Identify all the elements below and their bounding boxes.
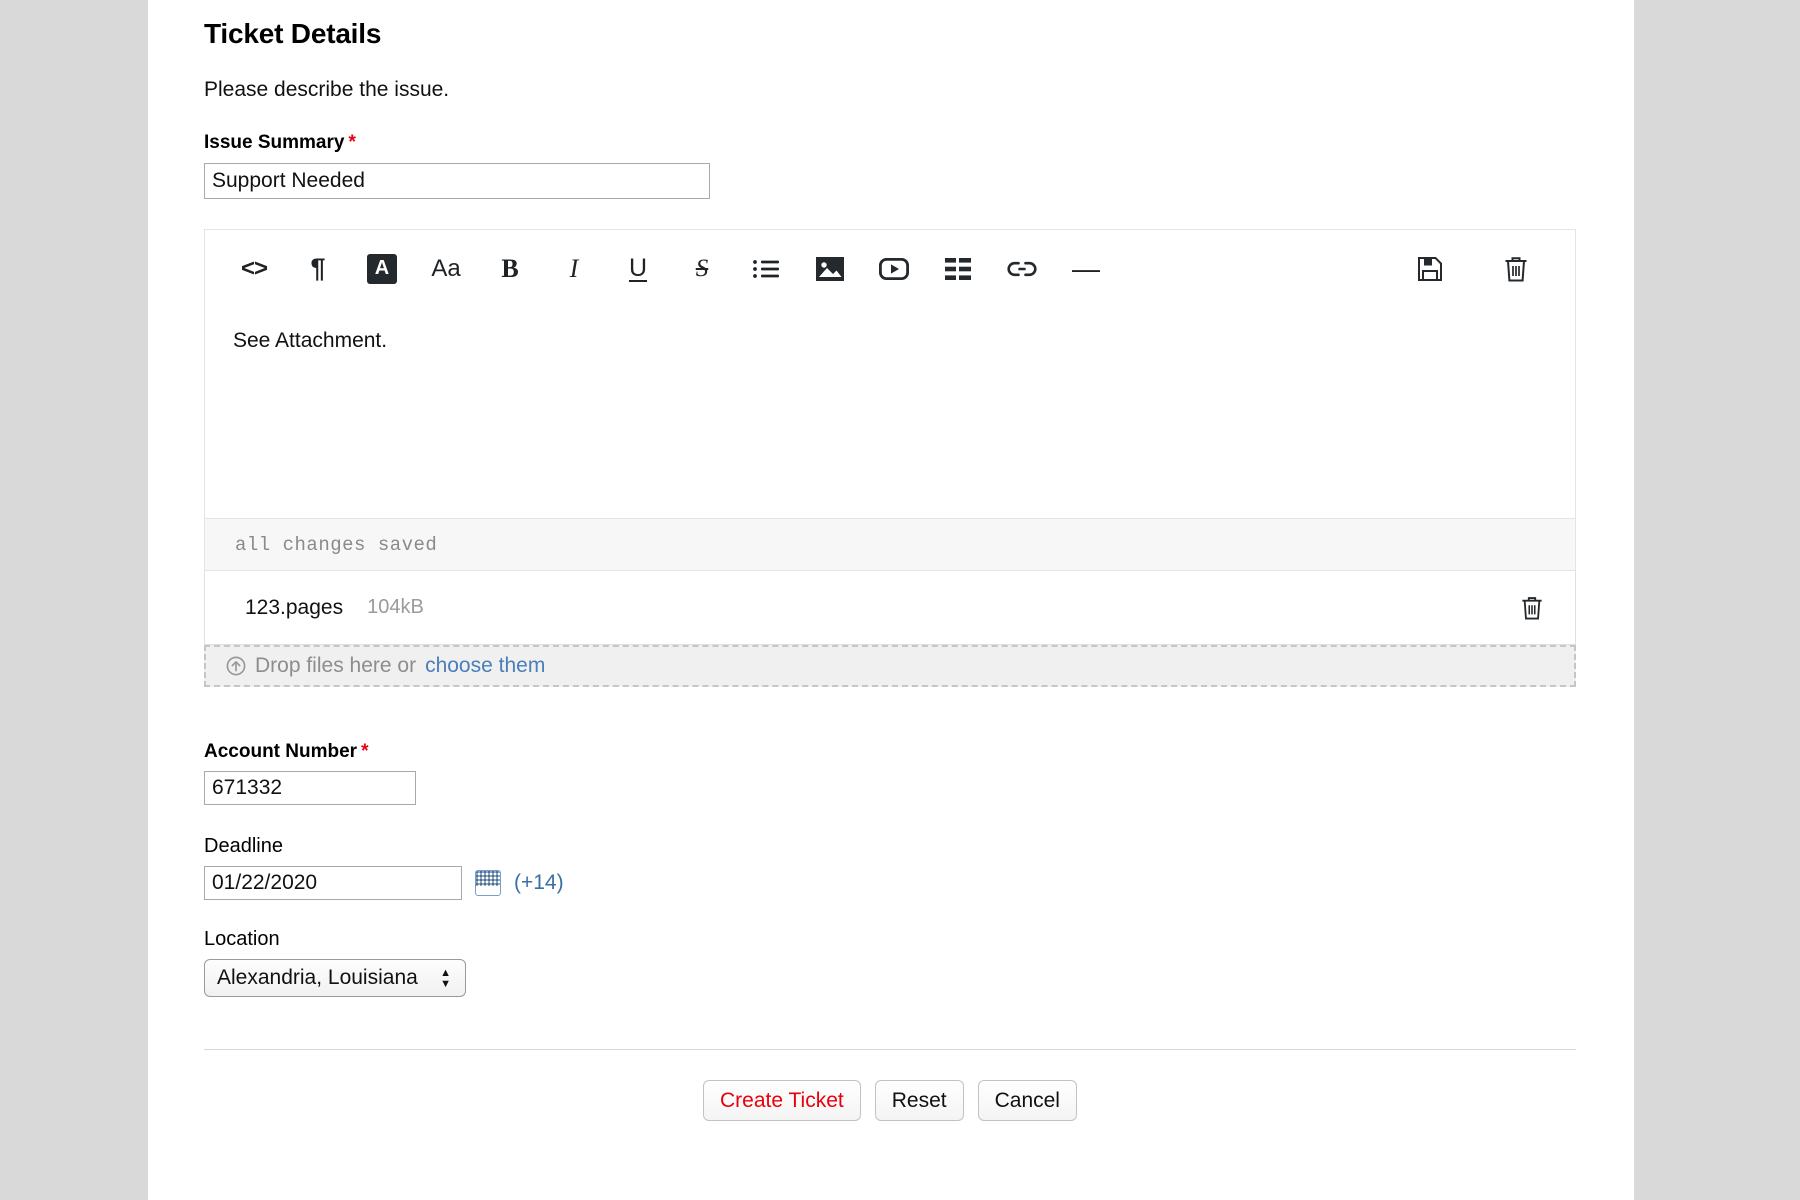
- calendar-icon[interactable]: [475, 870, 501, 896]
- editor-status-text: all changes saved: [235, 533, 438, 556]
- form-panel: Ticket Details Please describe the issue…: [148, 0, 1634, 1200]
- location-label: Location: [204, 928, 280, 950]
- choose-files-link[interactable]: choose them: [425, 654, 545, 678]
- required-asterisk: *: [361, 741, 369, 762]
- rich-text-editor: <> ¶ A Aa B I U S — See Attachment. all …: [204, 229, 1576, 687]
- deadline-offset-label[interactable]: (+14): [514, 871, 564, 895]
- bold-icon[interactable]: B: [487, 246, 533, 292]
- page-title: Ticket Details: [204, 18, 382, 49]
- attachment-file-size: 104kB: [367, 596, 424, 618]
- issue-summary-label-text: Issue Summary: [204, 132, 345, 153]
- editor-toolbar-left: <> ¶ A Aa B I U S —: [231, 246, 1407, 292]
- editor-toolbar-right: [1407, 246, 1553, 292]
- reset-button[interactable]: Reset: [874, 1080, 964, 1122]
- editor-status-bar: all changes saved: [204, 519, 1576, 571]
- account-number-input[interactable]: [204, 771, 416, 805]
- attachment-delete-icon[interactable]: [1521, 596, 1543, 620]
- editor-toolbar: <> ¶ A Aa B I U S —: [204, 229, 1576, 307]
- deadline-input[interactable]: [204, 866, 462, 900]
- attachment-file-name: 123.pages: [245, 595, 344, 619]
- account-number-label-text: Account Number: [204, 741, 358, 762]
- dropzone-text: Drop files here or: [255, 654, 417, 677]
- underline-icon[interactable]: U: [615, 246, 661, 292]
- create-ticket-button[interactable]: Create Ticket: [703, 1080, 861, 1122]
- code-icon[interactable]: <>: [231, 246, 277, 292]
- table-icon[interactable]: [935, 246, 981, 292]
- cancel-button[interactable]: Cancel: [977, 1080, 1077, 1122]
- attachment-row: 123.pages 104kB: [204, 571, 1576, 645]
- editor-content-text: See Attachment.: [233, 329, 388, 352]
- footer-divider: [204, 1049, 1576, 1050]
- video-icon[interactable]: [871, 246, 917, 292]
- italic-icon[interactable]: I: [551, 246, 597, 292]
- bullet-list-icon[interactable]: [743, 246, 789, 292]
- page-subtitle: Please describe the issue.: [204, 78, 450, 101]
- text-color-icon[interactable]: A: [359, 246, 405, 292]
- account-number-field: Account Number *: [204, 741, 1578, 805]
- file-dropzone[interactable]: Drop files here or choose them: [204, 645, 1576, 687]
- link-icon[interactable]: [999, 246, 1045, 292]
- deadline-field: Deadline (+14): [204, 835, 1578, 900]
- delete-icon[interactable]: [1493, 246, 1539, 292]
- issue-summary-label: Issue Summary *: [204, 132, 1578, 154]
- location-select-value: Alexandria, Louisiana: [217, 966, 418, 989]
- horizontal-rule-icon[interactable]: —: [1063, 246, 1109, 292]
- required-asterisk: *: [348, 132, 356, 153]
- issue-summary-input[interactable]: [204, 163, 710, 199]
- deadline-row: (+14): [204, 866, 1578, 900]
- paragraph-icon[interactable]: ¶: [295, 246, 341, 292]
- location-field: Location Alexandria, Louisiana ▲ ▼: [204, 928, 1578, 997]
- location-select[interactable]: Alexandria, Louisiana ▲ ▼: [204, 959, 466, 997]
- account-number-label: Account Number *: [204, 741, 1578, 763]
- upload-circle-icon: [226, 656, 246, 676]
- deadline-label: Deadline: [204, 835, 283, 857]
- select-stepper-arrows-icon: ▲ ▼: [440, 966, 451, 990]
- strikethrough-icon[interactable]: S: [679, 246, 725, 292]
- font-size-icon[interactable]: Aa: [423, 246, 469, 292]
- form-actions: Create Ticket Reset Cancel: [204, 1080, 1576, 1122]
- editor-content-area[interactable]: See Attachment.: [204, 307, 1576, 519]
- image-icon[interactable]: [807, 246, 853, 292]
- save-icon[interactable]: [1407, 246, 1453, 292]
